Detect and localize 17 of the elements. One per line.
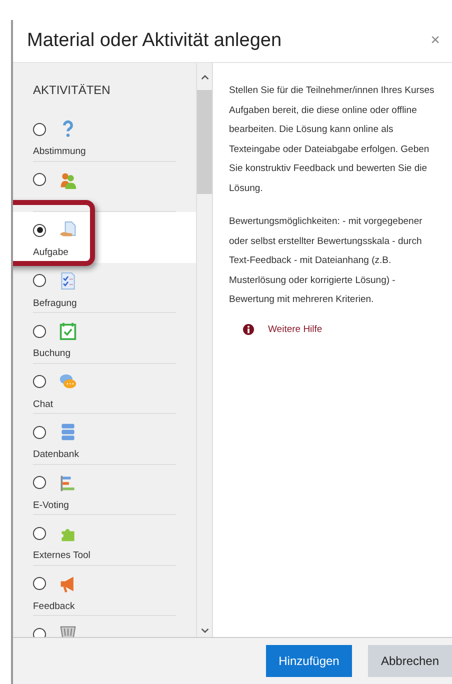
description-paragraph: Bewertungsmöglichkeiten: - mit vorgegebener oder selbst erstellter Bewertungsskala - durch Text-Feedback - mit Dateianhang (z.B. Musterlösung oder korrigierte Lösung) - Bewertung mit mehreren Kriterien. [229, 215, 424, 307]
activity-label[interactable]: Datenbank [33, 449, 79, 460]
activity-label[interactable]: Buchung [33, 348, 71, 359]
section-heading: AKTIVITÄTEN [33, 83, 112, 97]
activity-label[interactable]: Aufgabe [33, 247, 68, 258]
close-button[interactable]: × [426, 32, 444, 50]
activity-label[interactable]: Befragung [33, 298, 77, 308]
activity-label[interactable]: Chat [33, 398, 54, 410]
cancel-button[interactable]: Abbrechen [368, 645, 452, 677]
activity-label[interactable]: Feedback [33, 600, 75, 612]
description-paragraph: Stellen Sie für die Teilnehmer/innen Ihres Kurses Aufgaben bereit, die diese online oder offline bearbeiten. Die Lösung kann online als Texteingabe oder Dateiabgabe erfolgen. Geben Sie konstruktiv Feedback und bewerten Sie die Lösung. [229, 84, 436, 196]
dialog-title: Material oder Aktivität anlegen [27, 30, 282, 52]
activity-label[interactable]: E-Voting [33, 500, 69, 510]
add-button[interactable]: Hinzufügen [266, 645, 352, 677]
help-link[interactable]: Weitere Hilfe [268, 324, 322, 334]
activity-label[interactable]: Abstimmung [33, 146, 86, 157]
activity-label[interactable]: Externes Tool [33, 550, 90, 561]
